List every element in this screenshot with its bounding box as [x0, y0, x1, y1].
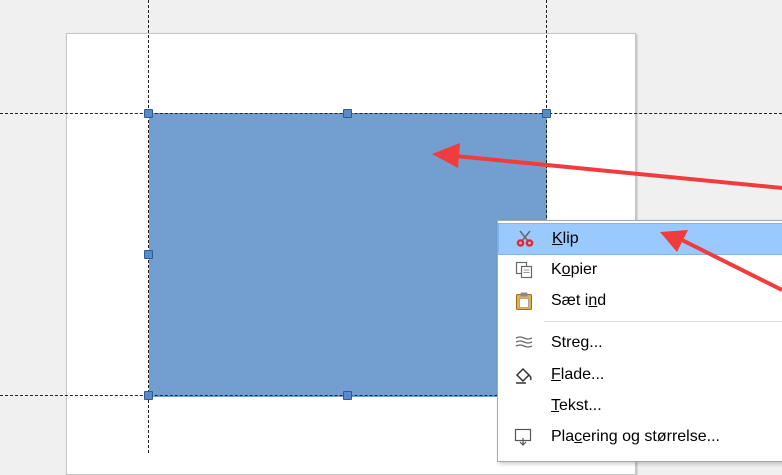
scissors-icon	[512, 228, 538, 250]
menu-label-streg: Streg...	[551, 334, 603, 351]
resize-handle-top-right[interactable]	[542, 109, 551, 118]
menu-label-saet-ind: Sæt ind	[551, 292, 607, 309]
resize-handle-left[interactable]	[144, 250, 153, 259]
fill-bucket-icon	[511, 364, 537, 386]
paste-icon	[511, 290, 537, 312]
context-menu: Klip Kopier Sæt ind Streg... Flade... Te…	[497, 220, 782, 462]
resize-handle-bottom[interactable]	[343, 391, 352, 400]
selected-rectangle-shape[interactable]	[149, 113, 547, 397]
menu-label-flade: Flade...	[551, 366, 605, 383]
snap-guide-horizontal-top	[0, 113, 782, 114]
line-icon	[511, 332, 537, 354]
menu-label-tekst: Tekst...	[551, 397, 602, 414]
position-size-icon	[511, 426, 537, 448]
resize-handle-top-left[interactable]	[144, 109, 153, 118]
menu-item-kopier[interactable]: Kopier	[498, 255, 782, 285]
menu-item-tekst[interactable]: Tekst...	[498, 391, 782, 421]
menu-label-kopier: Kopier	[551, 261, 598, 278]
menu-item-streg[interactable]: Streg...	[498, 328, 782, 358]
menu-item-flade[interactable]: Flade...	[498, 360, 782, 390]
menu-label-klip: Klip	[552, 230, 579, 247]
snap-guide-vertical-left	[148, 0, 149, 453]
copy-icon	[511, 259, 537, 281]
menu-label-placering: Placering og størrelse...	[551, 428, 720, 445]
menu-item-saet-ind[interactable]: Sæt ind	[498, 286, 782, 316]
resize-handle-bottom-left[interactable]	[144, 391, 153, 400]
resize-handle-top[interactable]	[343, 109, 352, 118]
menu-item-placering[interactable]: Placering og størrelse...	[498, 422, 782, 452]
menu-item-klip[interactable]: Klip	[498, 223, 782, 255]
menu-separator	[544, 321, 782, 322]
